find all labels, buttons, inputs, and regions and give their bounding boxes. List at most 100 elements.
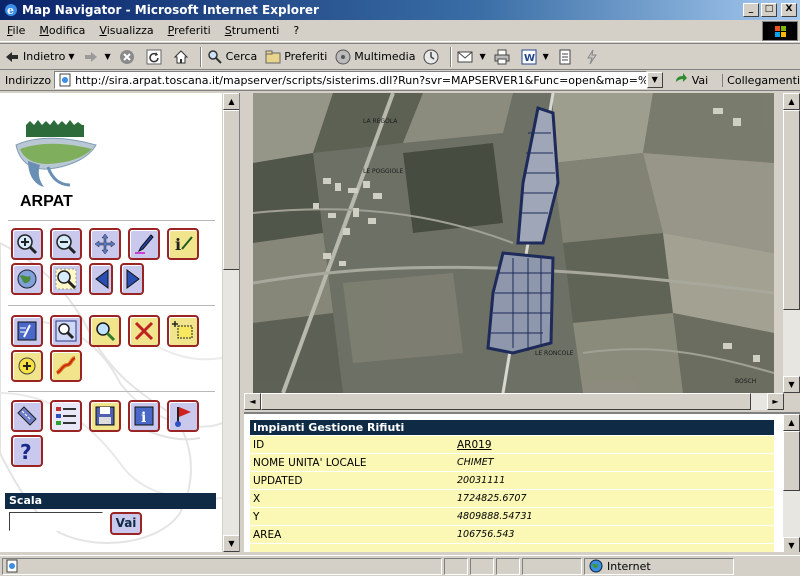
- help-button[interactable]: ?: [11, 435, 43, 467]
- info-frame: Impianti Gestione Rifiuti ID AR019 NOME …: [244, 412, 800, 552]
- vai-button[interactable]: Vai: [110, 512, 142, 535]
- multimedia-button[interactable]: Multimedia: [335, 49, 415, 65]
- address-input[interactable]: http://sira.arpat.toscana.it/mapserver/s…: [54, 71, 647, 89]
- row-key: Y: [250, 507, 454, 526]
- table-row: X 1724825.6707: [250, 489, 774, 508]
- status-blank-cell: [522, 557, 582, 575]
- measure-button[interactable]: [11, 400, 43, 432]
- refresh-button[interactable]: [146, 49, 165, 65]
- menu-strumenti[interactable]: Strumenti: [218, 24, 287, 37]
- printer-icon: [494, 49, 510, 64]
- find-button[interactable]: [89, 315, 121, 347]
- map-vertical-scrollbar[interactable]: ▲ ▼: [783, 93, 800, 393]
- standard-toolbar: Indietro ▼ ▼ Cerca Preferiti Multimedia …: [0, 43, 800, 70]
- pen-icon: [135, 234, 154, 254]
- mail-dropdown-icon[interactable]: ▼: [479, 52, 485, 61]
- left-frame-scrollbar[interactable]: ▲ ▼: [222, 93, 239, 552]
- query-button[interactable]: [50, 315, 82, 347]
- scroll-down-icon[interactable]: ▼: [783, 376, 800, 393]
- aerial-map[interactable]: LA REGOLA LE POGGIOLE LE RONCOLE BOSCH: [253, 93, 774, 393]
- find-magnifier-icon: [96, 322, 116, 342]
- favorites-button[interactable]: Preferiti: [265, 49, 327, 65]
- mail-button[interactable]: ▼: [457, 49, 486, 65]
- messenger-button[interactable]: [584, 49, 603, 65]
- add-point-button[interactable]: [11, 350, 43, 382]
- discuss-button[interactable]: [557, 49, 576, 65]
- address-bar: Indirizzo http://sira.arpat.toscana.it/m…: [0, 70, 800, 91]
- close-button[interactable]: X: [781, 3, 797, 17]
- scroll-up-icon[interactable]: ▲: [223, 93, 239, 110]
- scroll-right-icon[interactable]: ►: [767, 393, 784, 410]
- scroll-thumb[interactable]: [783, 110, 800, 310]
- title-bar: e Map Navigator - Microsoft Internet Exp…: [0, 0, 800, 20]
- back-dropdown-icon[interactable]: ▼: [68, 52, 74, 61]
- toolbar-separator: [450, 46, 453, 67]
- menu-help[interactable]: ?: [286, 24, 306, 37]
- multimedia-label: Multimedia: [354, 50, 416, 63]
- pan-button[interactable]: [89, 228, 121, 260]
- address-url: http://sira.arpat.toscana.it/mapserver/s…: [75, 73, 646, 87]
- maximize-button[interactable]: □: [761, 3, 777, 17]
- zoom-in-button[interactable]: [11, 228, 43, 260]
- scroll-up-icon[interactable]: ▲: [783, 414, 800, 431]
- history-button[interactable]: [423, 49, 442, 65]
- edit-dropdown-icon[interactable]: ▼: [543, 52, 549, 61]
- map-label-le-roncole: LE RONCOLE: [535, 350, 574, 357]
- lightning-icon: [586, 49, 597, 64]
- row-key: UPDATED: [250, 471, 454, 490]
- previous-view-button[interactable]: [89, 263, 113, 295]
- edit-button[interactable]: W ▼: [521, 49, 549, 65]
- menu-preferiti[interactable]: Preferiti: [161, 24, 218, 37]
- home-button[interactable]: [173, 49, 192, 65]
- menu-modifica[interactable]: Modifica: [32, 24, 92, 37]
- menu-file[interactable]: File: [0, 24, 32, 37]
- search-button[interactable]: Cerca: [207, 49, 257, 65]
- zoom-area-button[interactable]: [50, 263, 82, 295]
- minimize-button[interactable]: _: [743, 3, 759, 17]
- links-button[interactable]: Collegamenti: [722, 73, 800, 87]
- info-button[interactable]: i: [167, 228, 199, 260]
- layer-info-button[interactable]: i: [128, 400, 160, 432]
- scroll-left-icon[interactable]: ◄: [244, 393, 261, 410]
- row-value: 4809888.54731: [454, 507, 774, 526]
- row-value: CHIMET: [454, 453, 774, 472]
- ie-icon: e: [5, 4, 17, 17]
- save-button[interactable]: [89, 400, 121, 432]
- menu-visualizza[interactable]: Visualizza: [92, 24, 160, 37]
- scroll-down-icon[interactable]: ▼: [783, 537, 800, 552]
- go-button[interactable]: Vai: [673, 72, 708, 88]
- buffer-button[interactable]: [50, 350, 82, 382]
- add-point-icon: [18, 357, 36, 375]
- pan-arrows-icon: [94, 233, 116, 255]
- label-flag-button[interactable]: [167, 400, 199, 432]
- stop-button[interactable]: [119, 49, 138, 65]
- scroll-thumb[interactable]: [223, 110, 239, 270]
- info-vertical-scrollbar[interactable]: ▲ ▼: [783, 414, 800, 552]
- back-button[interactable]: Indietro ▼: [4, 49, 75, 65]
- id-link[interactable]: AR019: [454, 435, 774, 454]
- zoom-out-button[interactable]: [50, 228, 82, 260]
- select-layer-button[interactable]: [11, 315, 43, 347]
- menu-bar: File Modifica Visualizza Preferiti Strum…: [0, 20, 800, 42]
- legend-button[interactable]: [50, 400, 82, 432]
- scroll-thumb[interactable]: [783, 431, 800, 491]
- zoom-in-icon: [17, 234, 38, 255]
- forward-dropdown-icon[interactable]: ▼: [105, 52, 111, 61]
- identify-pen-button[interactable]: [128, 228, 160, 260]
- map-horizontal-scrollbar[interactable]: ◄ ►: [244, 393, 784, 410]
- scala-input[interactable]: [9, 512, 103, 531]
- next-view-button[interactable]: [120, 263, 144, 295]
- word-icon: W: [521, 49, 537, 64]
- select-rectangle-button[interactable]: [167, 315, 199, 347]
- full-extent-button[interactable]: [11, 263, 43, 295]
- forward-button[interactable]: ▼: [83, 49, 111, 65]
- scroll-up-icon[interactable]: ▲: [783, 93, 800, 110]
- legend-list-icon: [56, 407, 76, 425]
- row-key: [250, 543, 454, 552]
- print-button[interactable]: [494, 49, 513, 65]
- clear-selection-button[interactable]: [128, 315, 160, 347]
- scroll-thumb[interactable]: [261, 393, 751, 410]
- search-icon: [207, 49, 222, 64]
- address-dropdown-icon[interactable]: ▼: [646, 72, 663, 88]
- scroll-down-icon[interactable]: ▼: [223, 535, 239, 552]
